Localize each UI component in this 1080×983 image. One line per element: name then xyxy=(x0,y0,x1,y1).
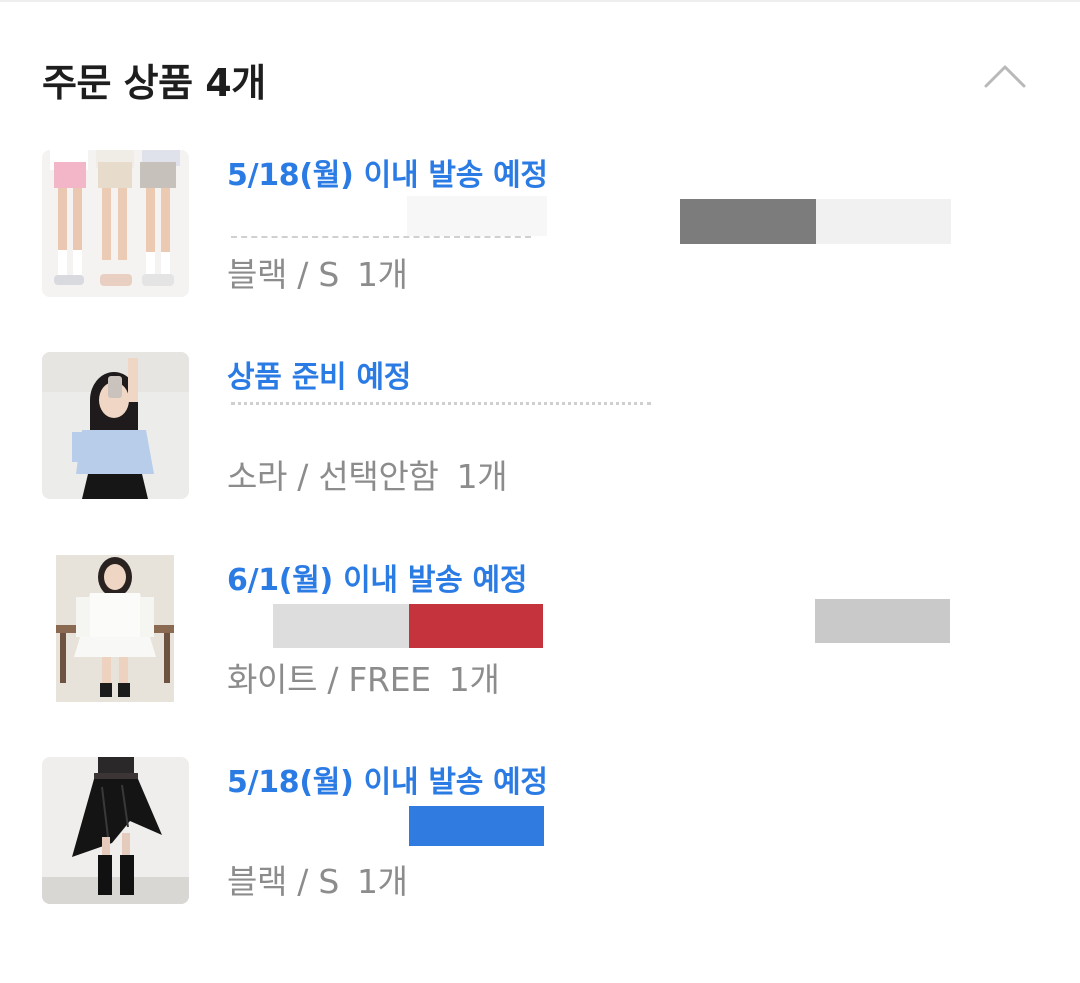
product-name-redacted[interactable] xyxy=(227,398,987,448)
top-divider xyxy=(0,0,1080,2)
shipping-status: 상품 준비 예정 xyxy=(227,360,412,395)
shipping-status: 6/1(월) 이내 발송 예정 xyxy=(227,563,528,598)
product-thumbnail[interactable] xyxy=(42,555,189,702)
order-item[interactable]: 5/18(월) 이내 발송 예정 블랙 / S 1개 xyxy=(42,150,1038,300)
option-value: 화이트 / FREE xyxy=(227,660,431,699)
quantity: 1개 xyxy=(356,862,408,901)
order-items-header[interactable]: 주문 상품 4개 xyxy=(42,50,1038,105)
product-name-redacted[interactable] xyxy=(227,196,987,246)
product-thumbnail[interactable] xyxy=(42,757,189,904)
chevron-up-icon[interactable] xyxy=(982,52,1028,98)
shipping-status: 5/18(월) 이내 발송 예정 xyxy=(227,158,548,193)
option-value: 소라 / 선택안함 xyxy=(227,457,439,496)
product-name-redacted[interactable] xyxy=(227,803,987,853)
product-name-redacted[interactable] xyxy=(227,599,987,651)
option-summary: 블랙 / S 1개 xyxy=(227,248,408,296)
shipping-status: 5/18(월) 이내 발송 예정 xyxy=(227,765,548,800)
product-thumbnail[interactable] xyxy=(42,150,189,297)
order-item[interactable]: 5/18(월) 이내 발송 예정 블랙 / S 1개 xyxy=(42,757,1038,907)
order-item[interactable]: 6/1(월) 이내 발송 예정 화이트 / FREE 1개 xyxy=(42,555,1038,705)
order-item[interactable]: 상품 준비 예정 소라 / 선택안함 1개 xyxy=(42,352,1038,502)
section-title: 주문 상품 4개 xyxy=(42,61,266,105)
product-thumbnail[interactable] xyxy=(42,352,189,499)
option-summary: 소라 / 선택안함 1개 xyxy=(227,450,508,498)
option-value: 블랙 / S xyxy=(227,255,339,294)
quantity: 1개 xyxy=(456,457,508,496)
quantity: 1개 xyxy=(356,255,408,294)
option-value: 블랙 / S xyxy=(227,862,339,901)
quantity: 1개 xyxy=(448,660,500,699)
option-summary: 블랙 / S 1개 xyxy=(227,855,408,903)
option-summary: 화이트 / FREE 1개 xyxy=(227,653,500,701)
